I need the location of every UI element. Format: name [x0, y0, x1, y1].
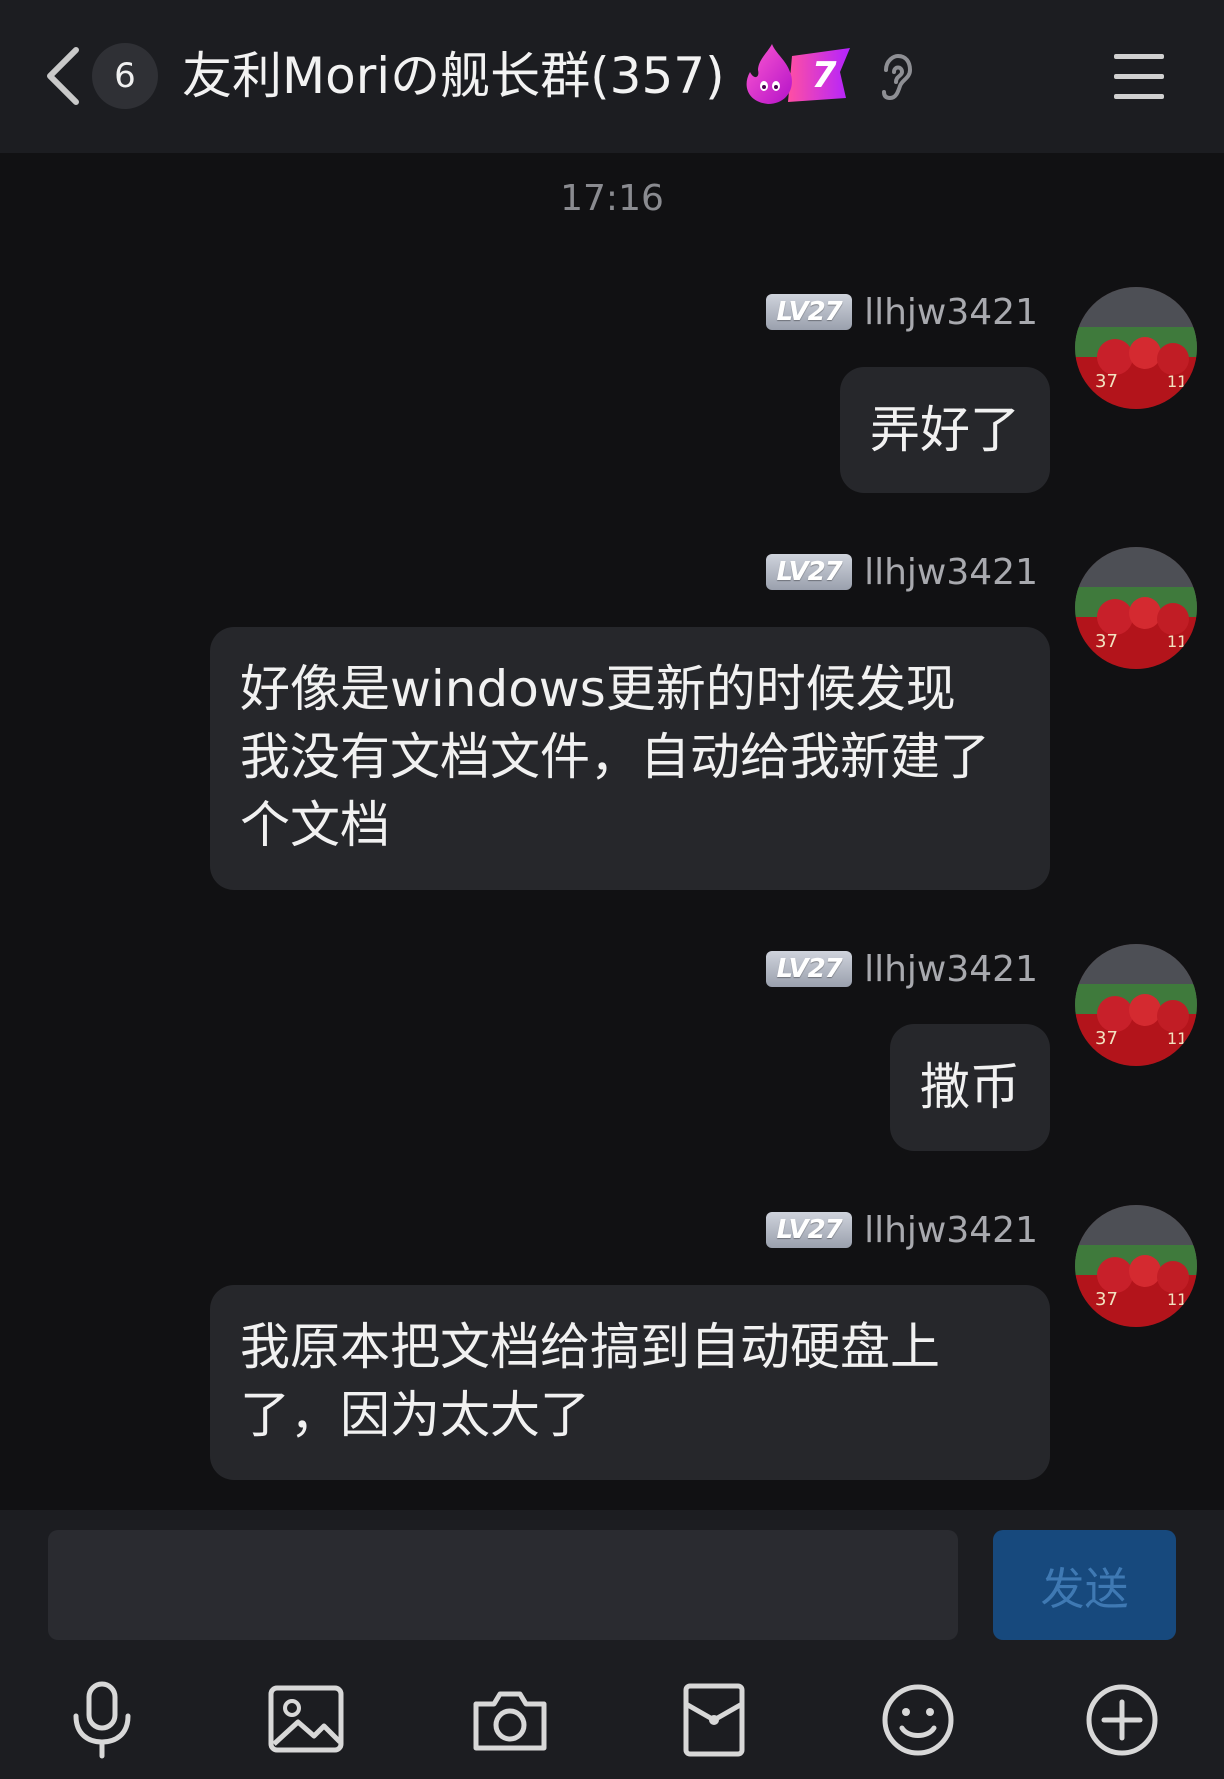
microphone-icon[interactable]	[62, 1680, 142, 1760]
level-badge: LV27	[766, 554, 853, 590]
sender-username[interactable]: llhjw3421	[864, 1210, 1038, 1251]
sender-info: LV27 llhjw3421	[766, 552, 1038, 593]
avatar[interactable]: 37 11	[1075, 287, 1197, 409]
ear-icon[interactable]	[876, 52, 916, 102]
message-text-line: 个文档	[240, 796, 390, 854]
message-bubble[interactable]: 我原本把文档给搞到自动硬盘上 了，因为太大了	[210, 1285, 1050, 1480]
sender-info: LV27 llhjw3421	[766, 292, 1038, 333]
avatar[interactable]: 37 11	[1075, 944, 1197, 1066]
input-bar: 发送	[0, 1510, 1224, 1660]
message-text-line: 我没有文档文件，自动给我新建了	[240, 728, 990, 786]
svg-text:11: 11	[1167, 1029, 1187, 1048]
fire-streak-level: 7	[811, 54, 837, 96]
emoji-icon[interactable]	[878, 1680, 958, 1760]
svg-text:11: 11	[1167, 372, 1187, 391]
avatar[interactable]: 37 11	[1075, 547, 1197, 669]
level-badge: LV27	[766, 951, 853, 987]
message-timestamp: 17:16	[560, 178, 664, 219]
svg-text:37: 37	[1095, 371, 1118, 392]
level-badge: LV27	[766, 1212, 853, 1248]
bottom-toolbar	[0, 1660, 1224, 1779]
sender-info: LV27 llhjw3421	[766, 949, 1038, 990]
sender-username[interactable]: llhjw3421	[864, 552, 1038, 593]
message-input[interactable]	[48, 1530, 958, 1640]
svg-text:37: 37	[1095, 631, 1118, 652]
svg-text:37: 37	[1095, 1289, 1118, 1310]
message-text-line: 好像是windows更新的时候发现	[240, 660, 956, 718]
chat-header: 6 友利Moriの舰长群(357) 7	[0, 0, 1224, 153]
red-packet-icon[interactable]	[674, 1680, 754, 1760]
plus-icon[interactable]	[1082, 1680, 1162, 1760]
camera-icon[interactable]	[470, 1680, 550, 1760]
sender-username[interactable]: llhjw3421	[864, 949, 1038, 990]
image-icon[interactable]	[266, 1680, 346, 1760]
group-title[interactable]: 友利Moriの舰长群(357)	[182, 40, 742, 112]
back-arrow-icon[interactable]	[40, 40, 88, 112]
message-text-line: 我原本把文档给搞到自动硬盘上	[240, 1318, 940, 1376]
message-bubble[interactable]: 弄好了	[840, 367, 1050, 493]
message-text-line: 了，因为太大了	[240, 1386, 590, 1444]
svg-text:11: 11	[1167, 1290, 1187, 1309]
send-button[interactable]: 发送	[993, 1530, 1176, 1640]
message-text: 弄好了	[870, 401, 1020, 459]
avatar[interactable]: 37 11	[1075, 1205, 1197, 1327]
sender-info: LV27 llhjw3421	[766, 1210, 1038, 1251]
unread-count-badge[interactable]: 6	[92, 43, 158, 109]
level-badge: LV27	[766, 294, 853, 330]
message-bubble[interactable]: 撒币	[890, 1024, 1050, 1151]
message-text: 撒币	[920, 1058, 1020, 1116]
message-bubble[interactable]: 好像是windows更新的时候发现 我没有文档文件，自动给我新建了 个文档	[210, 627, 1050, 890]
sender-username[interactable]: llhjw3421	[864, 292, 1038, 333]
svg-text:11: 11	[1167, 632, 1187, 651]
svg-text:37: 37	[1095, 1028, 1118, 1049]
menu-icon[interactable]	[1112, 50, 1166, 102]
